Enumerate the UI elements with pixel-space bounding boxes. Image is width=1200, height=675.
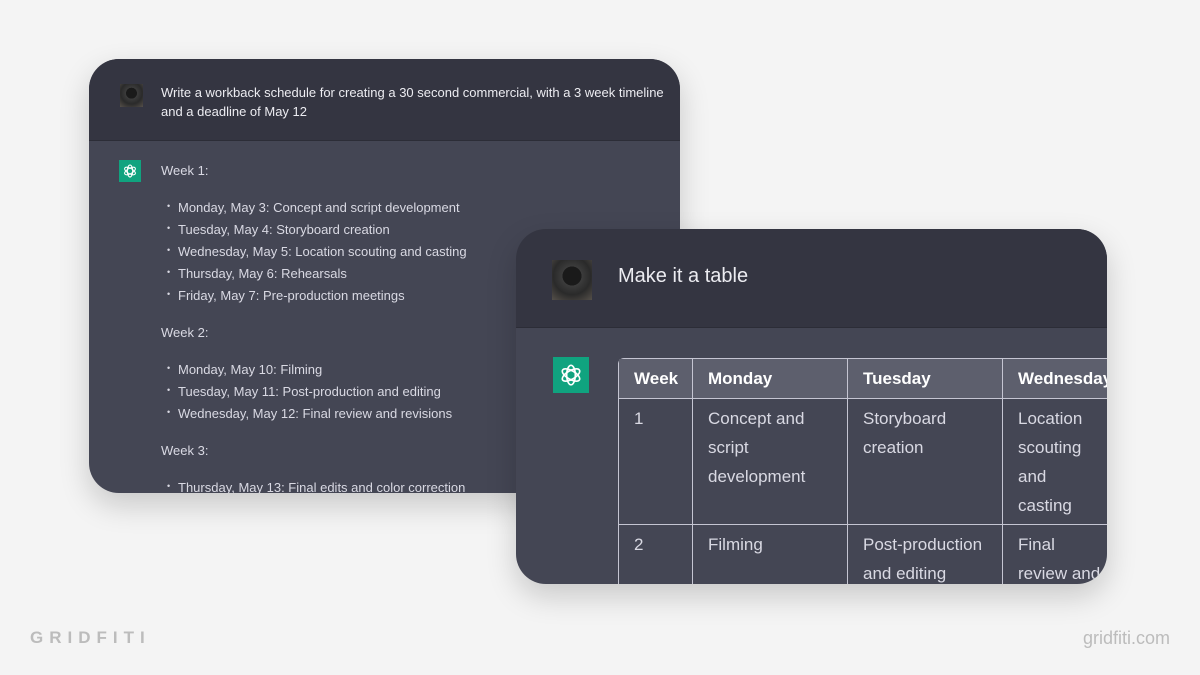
schedule-table: Week Monday Tuesday Wednesday 1 Concept …	[618, 358, 1107, 584]
week-heading: Week 3:	[161, 443, 209, 458]
user-message: Write a workback schedule for creating a…	[89, 59, 680, 141]
header-cell: Week	[619, 359, 693, 399]
table-header-row: Week Monday Tuesday Wednesday	[619, 359, 1107, 399]
list-item: Tuesday, May 4: Storyboard creation	[161, 219, 467, 243]
table-cell: 1	[619, 399, 693, 525]
table-cell: Location scouting and casting	[1003, 399, 1107, 525]
list-item: Thursday, May 13: Final edits and color …	[161, 477, 467, 493]
list-item: Wednesday, May 12: Final review and revi…	[161, 403, 467, 427]
list-item: Thursday, May 6: Rehearsals	[161, 263, 467, 287]
table-cell: Final review and revisions	[1003, 525, 1107, 584]
gridfiti-url: gridfiti.com	[1082, 628, 1170, 648]
list-item: Friday, May 7: Pre-production meetings	[161, 285, 467, 309]
user-prompt: Make it a table	[618, 265, 749, 287]
list-item: Monday, May 3: Concept and script develo…	[161, 197, 467, 221]
table-cell: Concept and script development	[693, 399, 848, 525]
week-heading: Week 2:	[161, 325, 209, 340]
week-heading: Week 1:	[161, 163, 209, 178]
user-avatar	[552, 260, 592, 300]
table-cell: 2	[619, 525, 693, 584]
table-row: 1 Concept and script development Storybo…	[619, 399, 1107, 525]
assistant-response: Week 1: Monday, May 3: Concept and scrip…	[161, 162, 467, 493]
user-message: Make it a table	[516, 229, 1107, 328]
table-row: 2 Filming Post-production and editing Fi…	[619, 525, 1107, 584]
table-cell: Post-production and editing	[848, 525, 1003, 584]
list-item: Monday, May 10: Filming	[161, 359, 467, 383]
list-item: Tuesday, May 11: Post-production and edi…	[161, 381, 467, 405]
chatgpt-logo-icon	[553, 357, 589, 393]
header-cell: Wednesday	[1003, 359, 1107, 399]
table-cell: Storyboard creation	[848, 399, 1003, 525]
gridfiti-logo: GRIDFITI	[30, 628, 151, 647]
chatgpt-logo-icon	[119, 160, 141, 182]
list-item: Wednesday, May 5: Location scouting and …	[161, 241, 467, 265]
user-prompt: Write a workback schedule for creating a…	[161, 85, 664, 119]
header-cell: Monday	[693, 359, 848, 399]
table-cell: Filming	[693, 525, 848, 584]
user-avatar	[120, 84, 143, 107]
chat-card-table: Make it a table Week Monday Tuesday Wedn…	[516, 229, 1107, 584]
header-cell: Tuesday	[848, 359, 1003, 399]
